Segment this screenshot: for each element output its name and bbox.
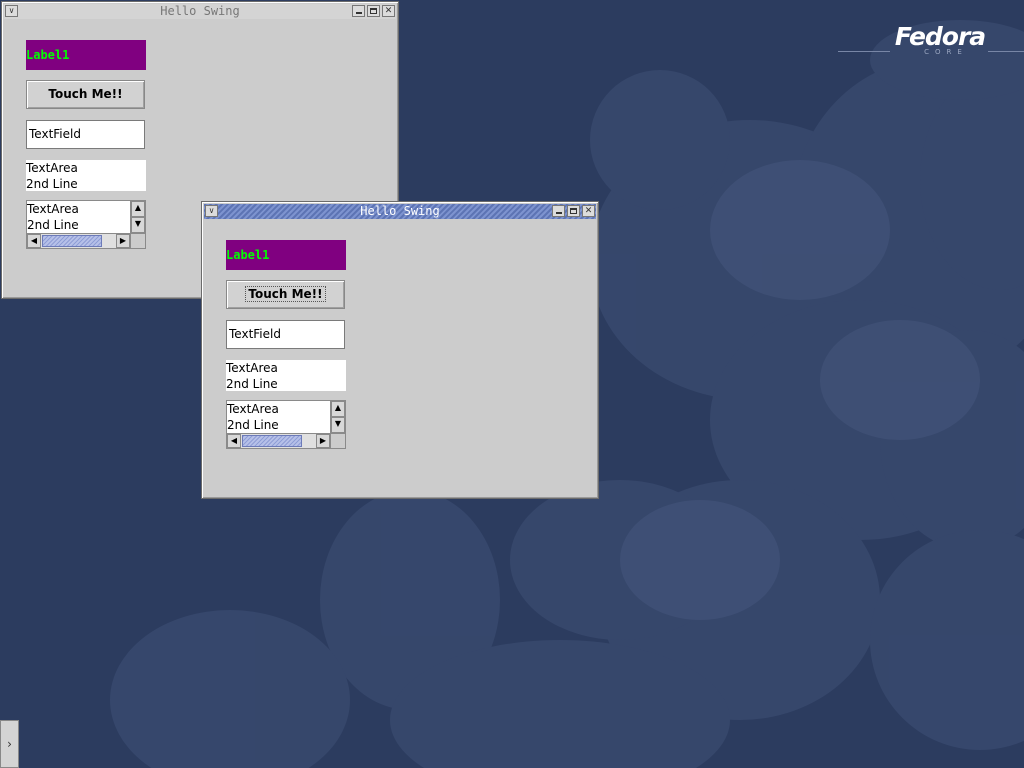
arrow-down-icon[interactable]: ▼ xyxy=(331,417,345,433)
scroll-text-area[interactable]: TextArea 2nd Line ▲ ▼ ◀ ▶ xyxy=(26,200,146,249)
scroll-thumb[interactable] xyxy=(242,435,302,447)
vertical-scrollbar[interactable]: ▲ ▼ xyxy=(130,201,145,233)
touch-me-button[interactable]: Touch Me!! xyxy=(26,80,145,109)
chevron-right-icon[interactable]: › xyxy=(0,720,19,768)
minimize-icon[interactable] xyxy=(352,5,365,17)
desktop[interactable]: Fedora CORE Hello Swing ∨ ✕ Label1 Touch… xyxy=(0,0,1024,768)
close-icon[interactable]: ✕ xyxy=(382,5,395,17)
title-bar[interactable]: Hello Swing ∨ ✕ xyxy=(4,4,396,19)
window-title: Hello Swing xyxy=(160,4,240,18)
touch-me-button[interactable]: Touch Me!! xyxy=(226,280,345,309)
horizontal-scrollbar[interactable]: ◀ ▶ xyxy=(227,433,330,448)
arrow-left-icon[interactable]: ◀ xyxy=(227,434,241,448)
arrow-down-icon[interactable]: ▼ xyxy=(131,217,145,233)
chevron-down-icon[interactable]: ∨ xyxy=(5,5,18,17)
text-area-line-2: 2nd Line xyxy=(26,177,78,191)
text-area-line-1: TextArea xyxy=(26,161,78,175)
arrow-right-icon[interactable]: ▶ xyxy=(316,434,330,448)
window-title: Hello Swing xyxy=(360,204,440,218)
arrow-up-icon[interactable]: ▲ xyxy=(331,401,345,417)
scroll-text-area[interactable]: TextArea 2nd Line ▲ ▼ ◀ ▶ xyxy=(226,400,346,449)
label1: Label1 xyxy=(26,40,146,70)
scroll-thumb[interactable] xyxy=(42,235,102,247)
maximize-icon[interactable] xyxy=(567,205,580,217)
scroll-text-area-content[interactable]: TextArea 2nd Line xyxy=(27,201,79,233)
scroll-text-area-content[interactable]: TextArea 2nd Line xyxy=(227,401,279,433)
maximize-icon[interactable] xyxy=(367,5,380,17)
logo-brand: Fedora xyxy=(894,22,986,51)
fedora-logo: Fedora CORE xyxy=(880,22,1000,56)
text-area[interactable]: TextArea 2nd Line xyxy=(26,160,146,191)
scroll-text-line-1: TextArea xyxy=(27,202,79,216)
scroll-text-line-2: 2nd Line xyxy=(27,218,79,232)
chevron-down-icon[interactable]: ∨ xyxy=(205,205,218,217)
touch-me-label: Touch Me!! xyxy=(48,87,123,101)
text-area-line-1: TextArea xyxy=(226,361,278,375)
arrow-up-icon[interactable]: ▲ xyxy=(131,201,145,217)
scroll-text-line-1: TextArea xyxy=(227,402,279,416)
text-area-line-2: 2nd Line xyxy=(226,377,278,391)
scroll-text-line-2: 2nd Line xyxy=(227,418,279,432)
title-bar[interactable]: Hello Swing ∨ ✕ xyxy=(204,204,596,219)
scroll-corner xyxy=(330,433,345,448)
hello-swing-window-front[interactable]: Hello Swing ∨ ✕ Label1 Touch Me!! TextFi… xyxy=(201,201,599,499)
arrow-right-icon[interactable]: ▶ xyxy=(116,234,130,248)
close-icon[interactable]: ✕ xyxy=(582,205,595,217)
touch-me-label: Touch Me!! xyxy=(245,286,326,302)
minimize-icon[interactable] xyxy=(552,205,565,217)
text-field[interactable]: TextField xyxy=(26,120,145,149)
text-area[interactable]: TextArea 2nd Line xyxy=(226,360,346,391)
label1: Label1 xyxy=(226,240,346,270)
arrow-left-icon[interactable]: ◀ xyxy=(27,234,41,248)
horizontal-scrollbar[interactable]: ◀ ▶ xyxy=(27,233,130,248)
scroll-corner xyxy=(130,233,145,248)
vertical-scrollbar[interactable]: ▲ ▼ xyxy=(330,401,345,433)
text-field[interactable]: TextField xyxy=(226,320,345,349)
